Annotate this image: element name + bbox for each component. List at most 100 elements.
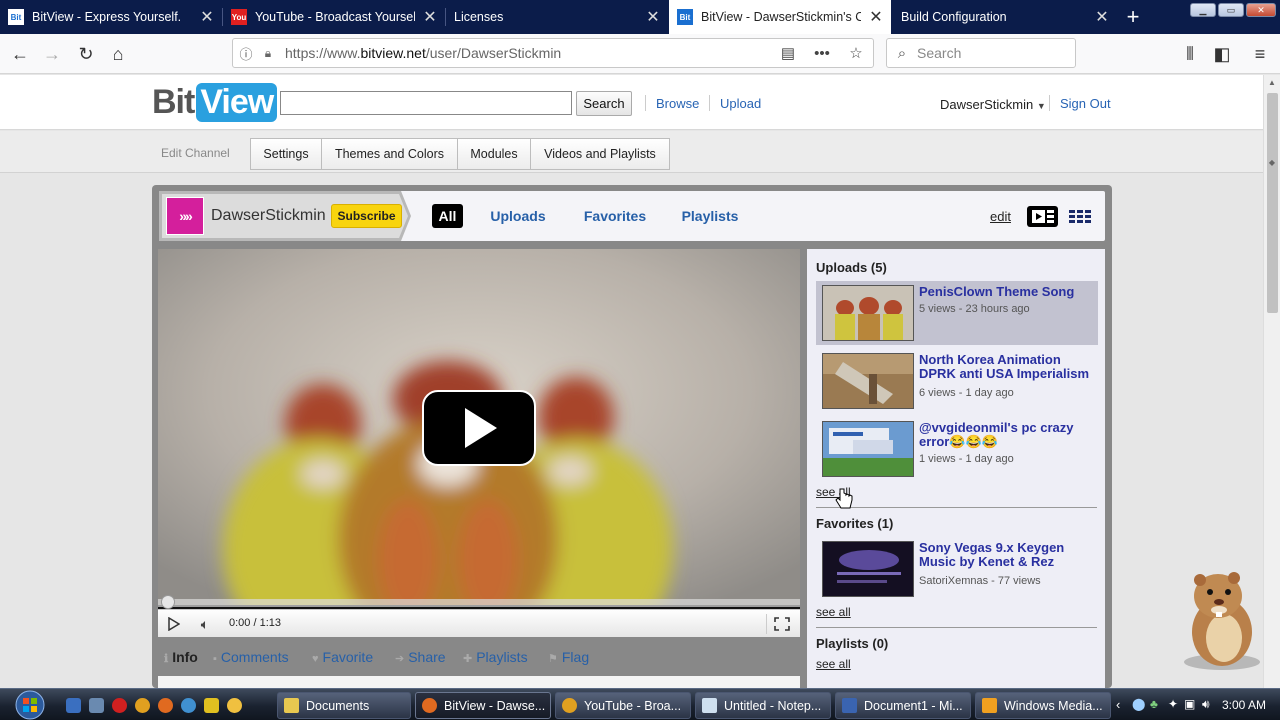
upload-item[interactable]: PenisClown Theme Song 5 views - 23 hours… xyxy=(816,281,1098,345)
video-title[interactable]: North Korea Animation DPRK anti USA Impe… xyxy=(919,353,1099,381)
internet-explorer-icon[interactable] xyxy=(181,698,196,713)
page-actions-icon[interactable]: ••• xyxy=(805,45,839,62)
video-thumbnail[interactable] xyxy=(822,353,914,409)
favorites-see-all-link[interactable]: see all xyxy=(816,605,851,619)
video-title[interactable]: PenisClown Theme Song xyxy=(919,285,1099,299)
upload-link[interactable]: Upload xyxy=(720,96,761,111)
video-title[interactable]: Sony Vegas 9.x Keygen Music by Kenet & R… xyxy=(919,541,1099,569)
sidebar-toggle-icon[interactable]: ◧ xyxy=(1208,40,1236,68)
chrome-icon[interactable] xyxy=(135,698,150,713)
video-title[interactable]: @vvgideonmil's pc crazy error😂😂😂 xyxy=(919,421,1099,449)
volume-icon[interactable]: 🔈︎ xyxy=(194,616,216,632)
network-icon[interactable]: ▣ xyxy=(1184,697,1195,711)
taskbar-task-youtube[interactable]: YouTube - Broa... xyxy=(555,692,691,719)
scroll-up-icon[interactable]: ▲ xyxy=(1264,75,1280,91)
video-thumbnail[interactable] xyxy=(822,421,914,477)
taskbar-task-notepad[interactable]: Untitled - Notep... xyxy=(695,692,831,719)
seek-handle[interactable] xyxy=(161,595,175,609)
playlists-tab[interactable]: ✚ Playlists xyxy=(463,649,528,665)
close-window-button[interactable]: ✕ xyxy=(1246,3,1276,17)
taskbar-clock[interactable]: 3:00 AM xyxy=(1222,698,1266,712)
reload-icon[interactable]: ↻ xyxy=(72,40,100,68)
messenger-icon[interactable] xyxy=(227,698,242,713)
reader-view-icon[interactable]: ▤ xyxy=(771,44,805,62)
new-tab-button[interactable]: + xyxy=(1118,0,1148,34)
media-icon[interactable] xyxy=(204,698,219,713)
scrollbar-thumb[interactable] xyxy=(1267,93,1278,313)
taskbar-task-word[interactable]: Document1 - Mi... xyxy=(835,692,971,719)
channel-tab-favorites[interactable]: Favorites xyxy=(575,204,655,228)
favorite-item[interactable]: Sony Vegas 9.x Keygen Music by Kenet & R… xyxy=(816,537,1098,601)
tab-close-icon[interactable]: ✕ xyxy=(1087,7,1117,27)
menu-hamburger-icon[interactable]: ≡ xyxy=(1246,40,1274,68)
minimize-window-button[interactable]: ▁ xyxy=(1190,3,1216,17)
browser-tab-build-configuration[interactable]: Build Configuration ✕ xyxy=(893,0,1117,34)
tab-close-icon[interactable]: ✕ xyxy=(638,7,668,27)
taskbar-task-windows-media[interactable]: Windows Media... xyxy=(975,692,1111,719)
bitview-logo[interactable]: Bit View xyxy=(152,83,278,122)
channel-tab-all[interactable]: All xyxy=(432,204,463,228)
opera-icon[interactable] xyxy=(112,698,127,713)
channel-name[interactable]: DawserStickmin xyxy=(211,207,326,225)
grid-view-icon[interactable] xyxy=(1068,206,1092,227)
user-menu[interactable]: DawserStickmin ▼ xyxy=(940,97,1046,112)
volume-icon[interactable]: 🔊︎ xyxy=(1202,697,1210,712)
video-thumbnail[interactable] xyxy=(822,285,914,341)
browser-tab-youtube[interactable]: You YouTube - Broadcast Yourself. ✕ xyxy=(223,0,445,34)
video-player[interactable]: 🔈︎ 0:00 / 1:13 xyxy=(158,249,800,637)
show-desktop-icon[interactable] xyxy=(66,698,81,713)
favorite-tab[interactable]: ♥ Favorite xyxy=(312,649,373,665)
tab-close-icon[interactable]: ✕ xyxy=(415,7,445,27)
flag-tab[interactable]: ⚑ Flag xyxy=(548,649,589,665)
start-button[interactable] xyxy=(8,689,52,720)
library-icon[interactable]: ⫴ xyxy=(1176,40,1204,68)
seek-bar[interactable] xyxy=(158,599,800,607)
site-search-button[interactable]: Search xyxy=(576,91,632,116)
back-arrow-icon[interactable]: ← xyxy=(6,40,34,68)
switch-windows-icon[interactable] xyxy=(89,698,104,713)
fullscreen-icon[interactable] xyxy=(766,614,796,634)
sign-out-link[interactable]: Sign Out xyxy=(1060,96,1111,111)
upload-item[interactable]: @vvgideonmil's pc crazy error😂😂😂 1 views… xyxy=(816,417,1098,481)
browser-tab-licenses[interactable]: Licenses ✕ xyxy=(446,0,668,34)
tab-close-icon[interactable]: ✕ xyxy=(192,7,222,27)
taskbar-task-documents[interactable]: Documents xyxy=(277,692,411,719)
site-search-input[interactable] xyxy=(280,91,572,115)
edit-tab-themes-and-colors[interactable]: Themes and Colors xyxy=(321,138,458,170)
bookmark-star-icon[interactable]: ☆ xyxy=(839,44,873,62)
tray-app-icon[interactable]: ✦ xyxy=(1168,697,1178,711)
edit-tab-settings[interactable]: Settings xyxy=(250,138,322,170)
channel-tab-playlists[interactable]: Playlists xyxy=(676,204,744,228)
forward-arrow-icon[interactable]: → xyxy=(38,40,66,68)
home-icon[interactable]: ⌂ xyxy=(104,40,132,68)
channel-edit-link[interactable]: edit xyxy=(990,209,1011,224)
play-icon[interactable] xyxy=(166,616,182,632)
big-play-button[interactable] xyxy=(422,390,536,466)
url-bar[interactable]: ⓘ 🔒︎ https://www.bitview.net/user/Dawser… xyxy=(232,38,874,68)
tray-app-icon[interactable]: ♣ xyxy=(1150,697,1158,711)
browser-tab-bitview-channel[interactable]: Bit BitView - DawserStickmin's Ch ✕ xyxy=(669,0,891,34)
comments-tab[interactable]: ▪ Comments xyxy=(213,649,289,665)
browser-tab-bitview-home[interactable]: Bit BitView - Express Yourself. ✕ xyxy=(0,0,222,34)
browser-search-bar[interactable]: ⌕ Search xyxy=(886,38,1076,68)
subscribe-button[interactable]: Subscribe xyxy=(331,204,402,228)
channel-avatar[interactable]: »» xyxy=(166,197,204,235)
channel-tab-uploads[interactable]: Uploads xyxy=(484,204,552,228)
upload-item[interactable]: North Korea Animation DPRK anti USA Impe… xyxy=(816,349,1098,413)
hamster-desktop-gadget-icon[interactable] xyxy=(1178,566,1262,670)
firefox-icon[interactable] xyxy=(158,698,173,713)
tray-expand-icon[interactable]: ‹ xyxy=(1116,697,1120,712)
maximize-window-button[interactable]: ▭ xyxy=(1218,3,1244,17)
player-view-icon[interactable] xyxy=(1027,206,1058,227)
video-thumbnail[interactable] xyxy=(822,541,914,597)
page-scrollbar[interactable]: ▲ ◆ xyxy=(1263,75,1280,688)
share-tab[interactable]: ➔ Share xyxy=(395,649,446,665)
browse-link[interactable]: Browse xyxy=(656,96,699,111)
playlists-see-all-link[interactable]: see all xyxy=(816,657,851,671)
edit-tab-modules[interactable]: Modules xyxy=(457,138,531,170)
tray-app-icon[interactable]: ⬤ xyxy=(1132,697,1145,711)
info-tab[interactable]: ℹ Info xyxy=(164,649,198,665)
url-text[interactable]: https://www.bitview.net/user/DawserStick… xyxy=(277,45,771,61)
scroll-mid-icon[interactable]: ◆ xyxy=(1264,155,1280,171)
edit-tab-videos-and-playlists[interactable]: Videos and Playlists xyxy=(530,138,670,170)
